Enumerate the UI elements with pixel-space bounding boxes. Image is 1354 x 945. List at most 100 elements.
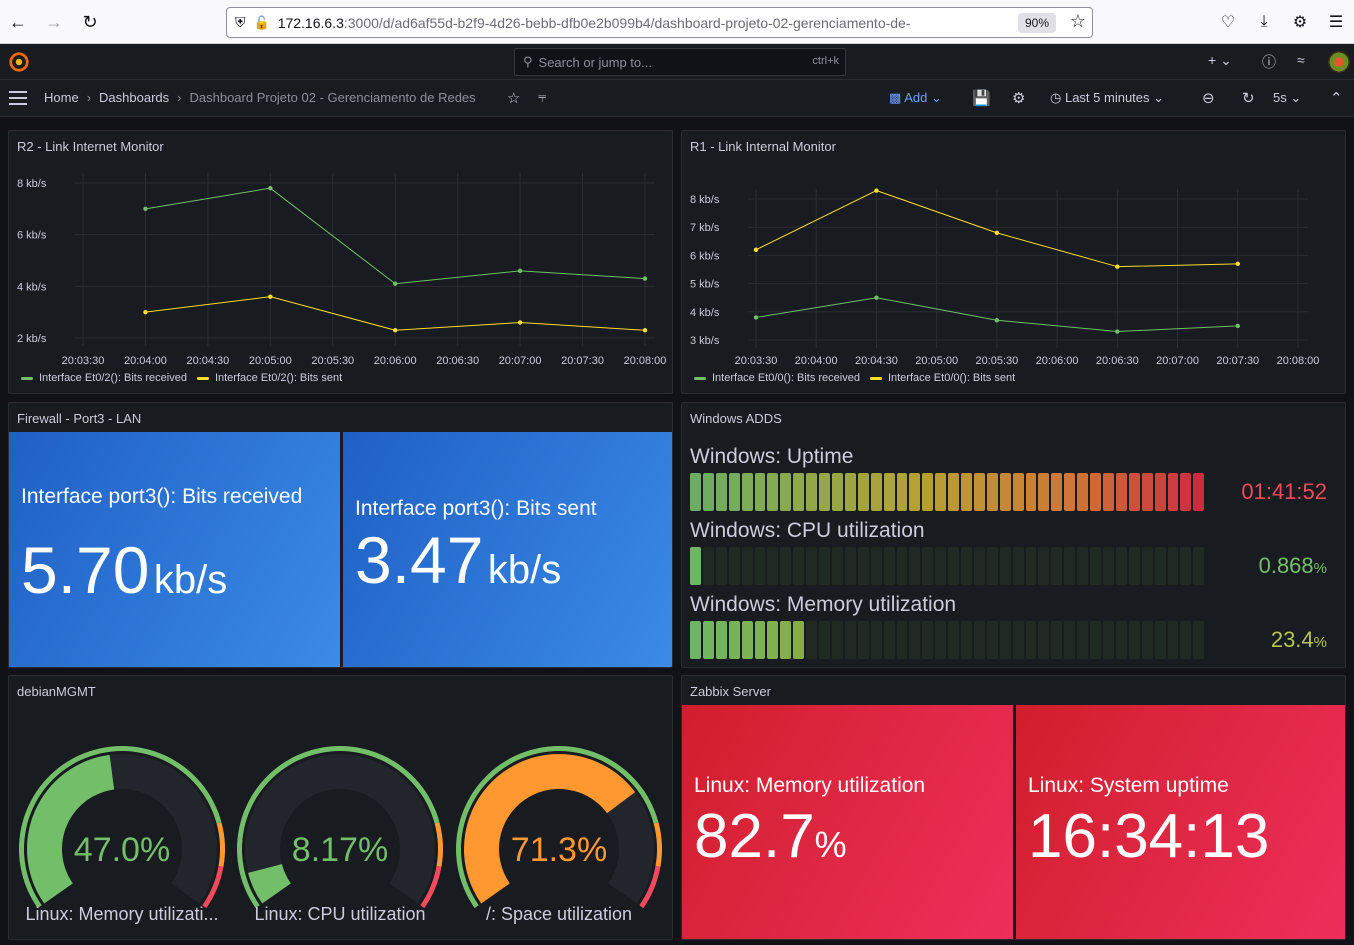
data-point[interactable] <box>753 315 759 320</box>
insecure-lock-icon[interactable]: 🔓 <box>254 15 270 31</box>
reload-icon[interactable]: ↻ <box>72 4 108 40</box>
data-point[interactable] <box>994 230 1000 236</box>
data-point[interactable] <box>994 318 1000 323</box>
stat-bits-received[interactable]: Interface port3(): Bits received 5.70 kb… <box>9 432 340 667</box>
panel-windows-adds[interactable]: Windows ADDS Windows: Uptime 01:41:52 Wind… <box>681 402 1346 668</box>
settings-gear-icon[interactable]: ⚙ <box>1012 89 1025 107</box>
bar-gauge-cell <box>909 473 921 511</box>
extensions-icon[interactable]: ⚙ <box>1282 0 1318 44</box>
stat-label: Linux: Memory utilization <box>694 774 926 797</box>
bar-gauge-track[interactable] <box>690 473 1205 511</box>
panel-debianmgmt[interactable]: debianMGMT 47.0% Linux: Memory utilizati.… <box>8 675 673 940</box>
user-avatar[interactable] <box>1328 51 1350 73</box>
data-point[interactable] <box>393 281 398 286</box>
x-tick-label: 20:07:30 <box>1216 355 1259 367</box>
add-button[interactable]: ▩ Add ⌄ <box>889 90 942 106</box>
stat-bits-sent[interactable]: Interface port3(): Bits sent 3.47 kb/s <box>343 432 672 667</box>
bar-gauge-track[interactable] <box>690 547 1205 585</box>
address-bar[interactable]: ⛨ 🔓 172.16.6.3:3000/d/ad6af55d-b2f9-4d26… <box>226 7 1093 38</box>
gauge[interactable] <box>9 676 673 940</box>
refresh-interval-picker[interactable]: 5s ⌄ <box>1273 90 1301 106</box>
stat-memory-utilization[interactable]: Linux: Memory utilization 82.7% <box>682 705 1013 939</box>
bar-gauge-cell <box>1090 547 1101 585</box>
legend-item[interactable]: Interface Et0/2(): Bits received <box>21 372 187 384</box>
y-tick-label: 6 kb/s <box>690 250 720 262</box>
bar-gauge-cell <box>819 473 830 511</box>
grafana-logo-icon[interactable] <box>8 51 30 73</box>
bar-gauge-track[interactable] <box>690 621 1205 659</box>
pocket-icon[interactable]: ♡ <box>1210 0 1246 44</box>
downloads-icon[interactable]: ⤓ <box>1246 0 1282 44</box>
bar-gauge-cell <box>999 621 1011 659</box>
legend-item[interactable]: Interface Et0/0(): Bits sent <box>869 372 1015 384</box>
legend-item[interactable]: Interface Et0/0(): Bits received <box>694 372 860 384</box>
collapse-chevron-up-icon[interactable]: ⌃ <box>1330 89 1343 107</box>
data-point[interactable] <box>517 268 523 274</box>
bar-gauge-label: Windows: CPU utilization <box>690 519 925 542</box>
x-tick-label: 20:07:00 <box>499 355 542 367</box>
breadcrumb-home[interactable]: Home <box>44 90 79 105</box>
news-rss-icon[interactable]: ≈ <box>1297 52 1305 68</box>
bar-gauge-cell <box>806 547 818 585</box>
data-point[interactable] <box>268 294 273 299</box>
data-point[interactable] <box>642 328 648 333</box>
stat-system-uptime[interactable]: Linux: System uptime 16:34:13 <box>1016 705 1345 939</box>
data-point[interactable] <box>874 295 879 300</box>
bar-gauge-cell <box>754 547 766 585</box>
hamburger-menu-icon[interactable] <box>9 91 27 105</box>
zoom-level-badge[interactable]: 90% <box>1017 13 1056 33</box>
bar-gauge-cell <box>896 473 908 511</box>
bar-gauge-cell <box>1167 473 1179 511</box>
x-tick-label: 20:05:30 <box>311 355 354 367</box>
data-point[interactable] <box>268 185 273 191</box>
data-point[interactable] <box>393 328 398 333</box>
x-tick-label: 20:04:30 <box>186 355 229 367</box>
data-point[interactable] <box>143 206 148 212</box>
panel-zabbix-server[interactable]: Zabbix Server Linux: Memory utilization … <box>681 675 1346 940</box>
save-icon[interactable]: 💾 <box>972 89 991 107</box>
back-icon[interactable]: ← <box>0 4 36 40</box>
panel-firewall-port3[interactable]: Firewall - Port3 - LAN Interface port3()… <box>8 402 673 668</box>
bar-gauge-cell <box>1077 621 1089 659</box>
data-point[interactable] <box>642 276 648 281</box>
zoom-out-icon[interactable]: ⊖ <box>1202 89 1215 107</box>
data-point[interactable] <box>753 247 759 252</box>
data-point[interactable] <box>874 188 879 193</box>
bar-gauge-cell <box>741 473 753 511</box>
forward-icon[interactable]: → <box>36 4 72 40</box>
bar-gauge-cell <box>870 621 882 659</box>
bar-gauge-cell <box>1077 547 1089 585</box>
bookmark-star-icon[interactable]: ☆ <box>1070 11 1086 32</box>
panel-r2-link-internet-monitor[interactable]: R2 - Link Internet Monitor 2 kb/s 4 kb/s 6… <box>8 130 673 394</box>
data-point[interactable] <box>1115 329 1120 334</box>
panel-r1-link-internal-monitor[interactable]: R1 - Link Internal Monitor 3 kb/s 4 kb/s 5… <box>681 130 1346 394</box>
refresh-icon[interactable]: ↻ <box>1242 89 1255 107</box>
shield-icon[interactable]: ⛨ <box>235 14 246 31</box>
timeseries-chart[interactable]: 3 kb/s 4 kb/s 5 kb/s 6 kb/s 7 kb/s 8 kb/s 20:0… <box>682 131 1346 394</box>
star-favorite-icon[interactable]: ☆ <box>507 89 520 107</box>
bar-gauge-cell <box>1128 621 1140 659</box>
bar-gauge-cell <box>857 547 869 585</box>
chevron-right-icon: › <box>177 90 182 105</box>
data-point[interactable] <box>143 309 148 315</box>
x-tick-label: 20:06:00 <box>374 355 417 367</box>
data-point[interactable] <box>1235 261 1240 267</box>
new-plus-icon[interactable]: + ⌄ <box>1208 52 1232 69</box>
bar-gauge-cell <box>1012 621 1024 659</box>
menu-icon[interactable]: ☰ <box>1318 0 1354 44</box>
bar-gauge-cell <box>1103 473 1114 511</box>
breadcrumb-dashboards[interactable]: Dashboards <box>99 90 169 105</box>
legend-item[interactable]: Interface Et0/2(): Bits sent <box>196 372 342 384</box>
help-icon[interactable]: ⓘ <box>1262 52 1276 72</box>
bar-gauge-cell <box>961 547 972 585</box>
bar-gauge-cell <box>780 473 792 511</box>
bar-gauge-cell <box>1025 473 1037 511</box>
timeseries-chart[interactable]: 2 kb/s 4 kb/s 6 kb/s 8 kb/s 20:03:30 20:04:00… <box>9 131 673 394</box>
data-point[interactable] <box>1235 323 1240 329</box>
data-point[interactable] <box>1115 264 1120 269</box>
time-range-picker[interactable]: ◷ Last 5 minutes ⌄ <box>1050 90 1164 106</box>
share-icon[interactable]: ⫧ <box>538 89 546 106</box>
data-point[interactable] <box>517 320 523 325</box>
breadcrumb: Home › Dashboards › Dashboard Projeto 02… <box>44 90 476 105</box>
search-input[interactable]: ⚲ Search or jump to... ctrl+k <box>514 48 846 76</box>
